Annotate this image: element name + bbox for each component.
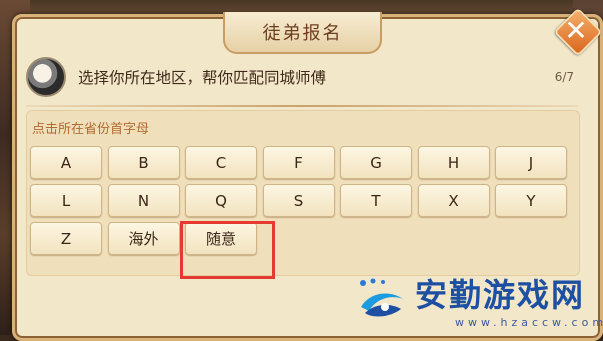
- watermark-url: www.hzaccw.com: [455, 315, 603, 329]
- site-watermark: 安勤游戏网 www.hzaccw.com: [355, 266, 603, 332]
- header-instruction: 选择你所在地区，帮你匹配同城师傅: [78, 69, 327, 87]
- dialog-title-tab: 徒弟报名: [223, 12, 382, 54]
- npc-avatar: [26, 57, 66, 97]
- highlight-box: [180, 221, 275, 279]
- watermark-title: 安勤游戏网: [415, 275, 586, 314]
- letter-key[interactable]: G: [340, 146, 412, 179]
- letter-key[interactable]: Y: [495, 184, 567, 217]
- letter-key[interactable]: Q: [185, 184, 257, 217]
- dialog-title: 徒弟报名: [262, 23, 343, 44]
- letter-grid: A B C F G H J L N Q S T X Y Z 海外 随意: [30, 146, 572, 255]
- letter-key[interactable]: F: [262, 146, 335, 179]
- close-icon[interactable]: ✕: [556, 10, 596, 50]
- letter-key[interactable]: C: [185, 146, 257, 179]
- letter-key[interactable]: X: [417, 184, 490, 217]
- letter-key[interactable]: J: [495, 146, 567, 179]
- letter-key[interactable]: T: [340, 184, 412, 217]
- letter-key[interactable]: H: [417, 146, 490, 179]
- letter-key[interactable]: A: [30, 146, 102, 179]
- province-prompt: 点击所在省份首字母: [32, 122, 150, 137]
- letter-key[interactable]: S: [262, 184, 335, 217]
- letter-key[interactable]: Z: [30, 222, 102, 255]
- step-progress: 6/7: [554, 70, 574, 84]
- overseas-key[interactable]: 海外: [107, 222, 180, 255]
- letter-key[interactable]: B: [107, 146, 180, 179]
- letter-key[interactable]: N: [107, 184, 180, 217]
- dialog-header: 选择你所在地区，帮你匹配同城师傅 6/7: [26, 54, 578, 100]
- watermark-logo-icon: [355, 277, 409, 321]
- header-divider: [26, 105, 578, 107]
- letter-key[interactable]: L: [30, 184, 102, 217]
